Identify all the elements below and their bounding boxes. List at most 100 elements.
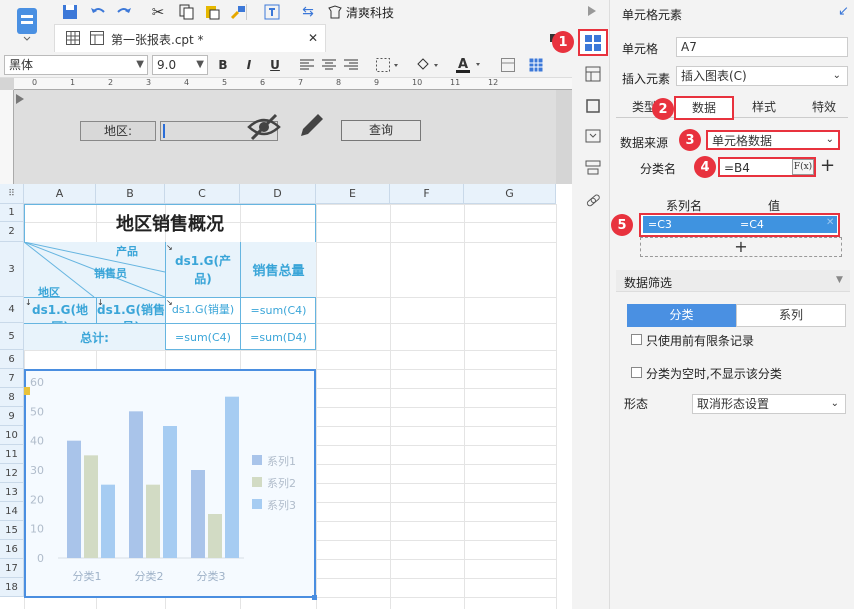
filter-title: 数据筛选	[624, 276, 673, 290]
x-tick-label: 分类2	[135, 569, 164, 583]
panel-icon-bar	[572, 0, 610, 609]
query-button[interactable]: 查询	[341, 120, 421, 141]
expand-marker-icon: ↓	[97, 298, 104, 307]
y-tick-label: 0	[37, 552, 44, 565]
limit-records-checkbox[interactable]	[631, 334, 642, 345]
tab-data[interactable]: 数据	[674, 96, 734, 120]
bar-3-3	[225, 396, 239, 558]
font-color-icon[interactable]: A	[452, 55, 486, 75]
dock-icon[interactable]: ↙	[838, 4, 849, 19]
preview-icon[interactable]	[262, 2, 282, 22]
insert-label: 插入元素	[622, 72, 671, 86]
legend-label: 系列1	[267, 454, 296, 468]
grid-vline	[556, 204, 557, 609]
remove-series-icon[interactable]: ✕	[826, 217, 834, 228]
bar-3-2	[163, 426, 177, 558]
panel-title: 单元格元素	[622, 8, 683, 22]
font-select[interactable]: 黑体 ▼	[4, 55, 148, 75]
data-source-select[interactable]: 单元格数据 ⌄	[706, 130, 840, 150]
ruler-mark: 3	[146, 78, 152, 87]
cell-attribute-icon[interactable]	[582, 64, 604, 84]
formula-button[interactable]: F(x)	[792, 159, 814, 175]
format-painter-icon[interactable]	[228, 2, 248, 22]
cell-c4[interactable]: ds1.G(销量)	[165, 297, 240, 323]
add-series-button[interactable]: +	[640, 237, 842, 257]
hide-empty-checkbox[interactable]	[631, 367, 642, 378]
close-tab-icon[interactable]: ✕	[305, 30, 321, 46]
report-tab[interactable]: 第一张报表.cpt * ✕	[54, 24, 326, 52]
filter-tab-category[interactable]: 分类	[627, 304, 736, 327]
collapse-icon[interactable]: ▼	[836, 275, 843, 285]
legend-label: 系列3	[267, 498, 296, 512]
value-header: 值	[768, 199, 781, 213]
expand-marker-icon: ↘	[166, 298, 173, 307]
ruler-mark: 12	[488, 78, 499, 87]
widget-frame-icon[interactable]	[582, 96, 604, 116]
cell-d4[interactable]: =sum(C4)	[240, 297, 316, 323]
undo-icon[interactable]	[88, 2, 108, 22]
title-cell[interactable]: 地区销售概况	[24, 204, 316, 242]
cell-c5[interactable]: =sum(C4)	[165, 323, 240, 350]
paste-icon[interactable]	[202, 2, 222, 22]
edit-pencil-icon[interactable]	[294, 108, 330, 142]
merge-icon[interactable]	[498, 55, 518, 75]
switch-icon[interactable]: ⇆	[298, 2, 318, 22]
italic-icon[interactable]: I	[240, 55, 258, 75]
tab-style[interactable]: 样式	[736, 96, 792, 118]
badge-4: 4	[694, 156, 716, 178]
ruler-mark: 5	[222, 78, 228, 87]
redo-icon[interactable]	[114, 2, 134, 22]
add-category-icon[interactable]: +	[820, 156, 835, 176]
bold-icon[interactable]: B	[214, 55, 232, 75]
align-left-icon[interactable]	[298, 55, 316, 75]
shape-select[interactable]: 取消形态设置 ⌄	[692, 394, 846, 414]
brand-logo-icon	[326, 2, 344, 22]
region-label-text: 地区:	[103, 124, 133, 138]
table-icon[interactable]	[526, 55, 546, 75]
chart-corner-handle[interactable]	[312, 595, 317, 600]
copy-icon[interactable]	[176, 2, 196, 22]
filter-tab-series[interactable]: 系列	[736, 304, 846, 327]
align-center-icon[interactable]	[320, 55, 338, 75]
save-icon[interactable]	[60, 2, 80, 22]
tab-title: 第一张报表.cpt *	[111, 33, 204, 47]
y-tick-label: 50	[30, 405, 44, 418]
underline-icon[interactable]: U	[266, 55, 284, 75]
align-right-icon[interactable]	[342, 55, 360, 75]
cell-a4[interactable]: ds1.G(地区)	[24, 297, 96, 323]
bar-1-1	[67, 440, 81, 558]
tab-style-label: 样式	[751, 100, 776, 114]
cell-c3[interactable]: ds1.G(产品)	[165, 242, 240, 297]
tab-effect[interactable]: 特效	[796, 96, 852, 118]
fill-color-icon[interactable]	[414, 55, 442, 75]
insert-element-select[interactable]: 插入图表(C) ⌄	[676, 66, 848, 86]
cell-b4[interactable]: ds1.G(销售员)	[96, 297, 165, 323]
cell-d5[interactable]: =sum(D4)	[240, 323, 316, 350]
dropdown-widget-icon[interactable]	[582, 126, 604, 146]
series-name-value: =C3	[648, 218, 672, 231]
ruler-mark: 10	[412, 78, 423, 87]
cut-icon[interactable]: ✂	[148, 2, 168, 22]
cell-a5[interactable]: 总计:	[24, 323, 165, 350]
legend-swatch	[252, 499, 262, 509]
data-source-value: 单元格数据	[712, 134, 773, 148]
badge-3: 3	[679, 129, 701, 151]
shape-label: 形态	[624, 397, 649, 411]
filter-tab-category-label: 分类	[669, 308, 694, 322]
ruler-mark: 0	[32, 78, 38, 87]
header-product: 产品	[116, 245, 138, 258]
chevron-down-icon: ⌄	[832, 70, 841, 81]
visibility-off-icon[interactable]	[244, 111, 284, 143]
font-size-select[interactable]: 9.0 ▼	[152, 55, 208, 75]
cell-name-field[interactable]: A7	[676, 37, 848, 57]
condition-icon[interactable]	[582, 158, 604, 178]
font-size-value: 9.0	[157, 58, 177, 72]
template-icon[interactable]	[14, 4, 40, 44]
border-icon[interactable]	[374, 55, 402, 75]
insert-element-value: 插入图表(C)	[681, 69, 747, 83]
badge-2: 2	[652, 98, 674, 120]
hyperlink-icon[interactable]	[582, 190, 604, 210]
bar-2-2	[146, 484, 160, 558]
cell-d3[interactable]: 销售总量	[240, 242, 316, 297]
chevron-down-icon: ▼	[136, 59, 144, 70]
